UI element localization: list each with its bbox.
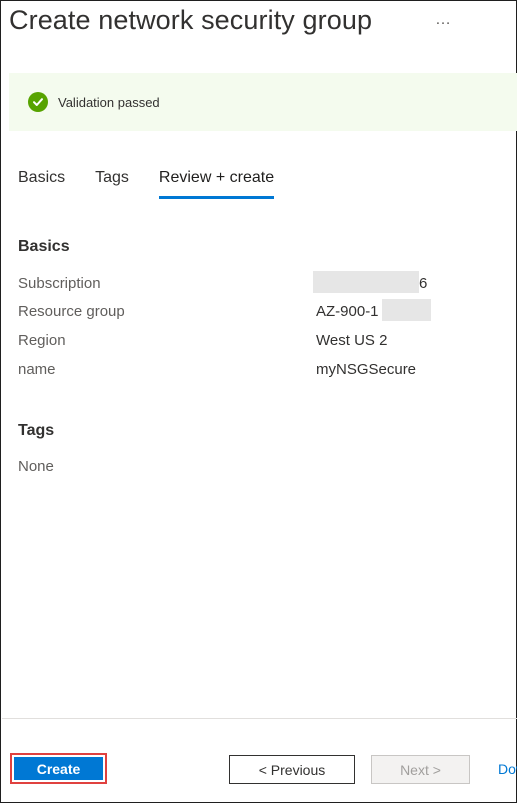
previous-button[interactable]: < Previous <box>229 755 355 784</box>
download-template-link[interactable]: Download a template for automation <box>498 761 517 777</box>
page-title: Create network security group <box>9 5 373 35</box>
tab-basics[interactable]: Basics <box>18 167 65 199</box>
create-nsg-blade: Create network security group … Validati… <box>0 0 517 803</box>
tab-tags[interactable]: Tags <box>95 167 129 199</box>
tab-review-create[interactable]: Review + create <box>158 167 275 199</box>
tags-value: None <box>18 458 54 475</box>
subscription-value: 6 <box>419 275 428 292</box>
wizard-tabs: Basics Tags Review + create <box>18 167 304 201</box>
next-button[interactable]: Next > <box>371 755 470 784</box>
checkmark-circle-icon <box>28 92 48 112</box>
create-button-label: Create <box>14 757 103 780</box>
validation-banner: Validation passed <box>9 73 517 131</box>
tags-section-heading: Tags <box>18 422 55 439</box>
region-label: Region <box>18 332 66 349</box>
resource-group-label: Resource group <box>18 303 125 320</box>
name-value: myNSGSecure <box>316 361 417 378</box>
subscription-label: Subscription <box>18 275 101 292</box>
validation-message: Validation passed <box>58 94 160 110</box>
redacted-subscription <box>313 271 419 293</box>
basics-section-heading: Basics <box>18 238 70 255</box>
redacted-resource-group <box>382 299 431 321</box>
region-value: West US 2 <box>316 332 388 349</box>
footer-divider <box>2 718 517 719</box>
name-label: name <box>18 361 56 378</box>
resource-group-value: AZ-900-1 <box>316 303 379 320</box>
create-button[interactable]: Create <box>10 753 107 784</box>
more-options-button[interactable]: … <box>435 11 452 29</box>
